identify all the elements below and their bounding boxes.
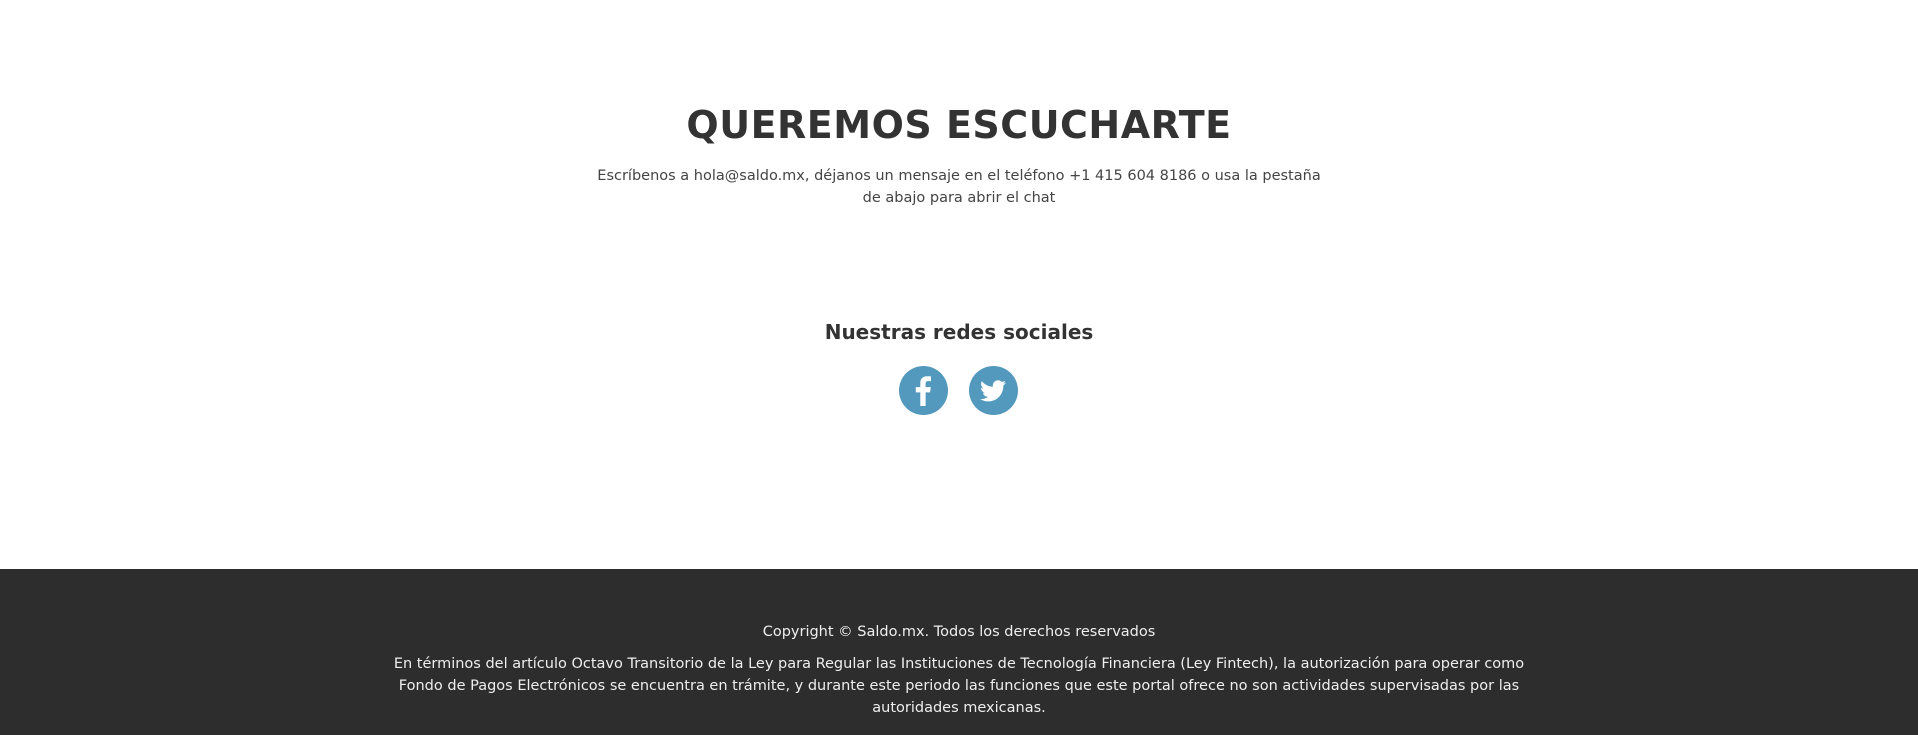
footer-legal-notice: En términos del artículo Octavo Transito… (393, 656, 1525, 716)
twitter-link[interactable] (968, 366, 1018, 415)
contact-title: QUEREMOS ESCUCHARTE (686, 103, 1232, 147)
contact-text: Escríbenos a hola@saldo.mx, déjanos un m… (597, 168, 1321, 206)
footer-copyright: Copyright © Saldo.mx. Todos los derechos… (762, 624, 1156, 640)
facebook-icon (915, 375, 931, 406)
facebook-link[interactable] (898, 366, 948, 415)
twitter-icon (980, 379, 1006, 401)
social-icons (0, 366, 1918, 415)
contact-section: QUEREMOS ESCUCHARTE Escríbenos a hola@sa… (0, 0, 1918, 569)
footer: Copyright © Saldo.mx. Todos los derechos… (0, 569, 1918, 735)
social-title: Nuestras redes sociales (824, 320, 1094, 344)
